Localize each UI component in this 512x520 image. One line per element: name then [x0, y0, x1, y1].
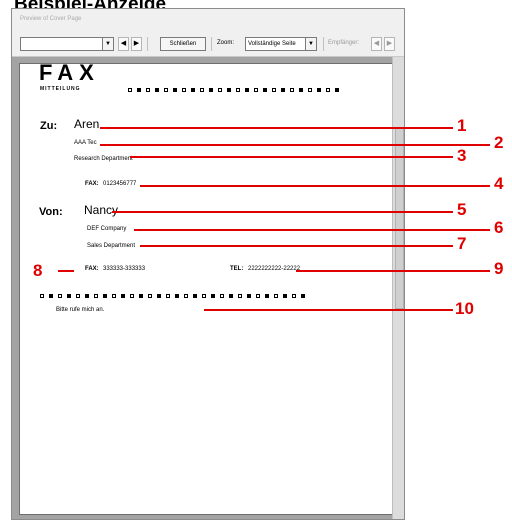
to-fax-number: 0123456777 [103, 181, 137, 187]
callout-line-7 [140, 245, 453, 247]
chevron-down-icon: ▼ [102, 38, 113, 50]
to-department: Research Department [74, 156, 133, 162]
toolbar-separator [323, 37, 324, 51]
to-fax-label: FAX: [85, 181, 99, 187]
from-fax-label: FAX: [85, 266, 99, 272]
decorative-dots-bottom [40, 294, 305, 298]
from-company: DEF Company [87, 226, 127, 232]
decorative-dots-top [128, 88, 339, 92]
zoom-select-value: Vollständige Seite [248, 41, 296, 47]
callout-number-8: 8 [33, 261, 43, 280]
callout-line-9 [296, 270, 490, 272]
callout-line-1 [100, 127, 453, 129]
fax-subtitle: MITTEILUNG [40, 86, 81, 92]
callout-line-3 [130, 156, 453, 158]
callout-line-5 [112, 211, 453, 213]
message-text: Bitte rufe mich an. [56, 307, 105, 313]
callout-line-2 [100, 144, 490, 146]
callout-number-9: 9 [494, 259, 504, 278]
from-tel-number: 2222222222-22222 [248, 266, 301, 272]
from-department: Sales Department [87, 243, 136, 249]
previous-recipient-button[interactable]: ◀ [371, 37, 382, 51]
arrow-left-icon: ◀ [373, 40, 380, 47]
fax-title: FAX [39, 60, 100, 85]
callout-number-5: 5 [457, 200, 467, 219]
zoom-label: Zoom: [217, 40, 235, 46]
next-recipient-button[interactable]: ▶ [384, 37, 395, 51]
from-name: Nancy [84, 203, 119, 217]
callout-number-4: 4 [494, 174, 504, 193]
scrollbar-thumb[interactable] [395, 127, 404, 309]
close-button[interactable]: Schließen [160, 37, 206, 51]
toolbar-separator [147, 37, 148, 51]
toolbar: ▼ ◀ ▶ Schließen Zoom: Vollständige Seite… [12, 31, 404, 57]
callout-number-2: 2 [494, 133, 504, 152]
to-label: Zu: [40, 120, 58, 132]
callout-line-8 [58, 270, 74, 272]
to-name: Aren [74, 117, 100, 131]
callout-line-10 [204, 309, 453, 311]
recipient-label: Empfänger: [328, 40, 360, 46]
callout-line-6 [134, 229, 490, 231]
arrow-right-icon: ▶ [133, 40, 140, 47]
zoom-select[interactable]: Vollständige Seite ▼ [245, 37, 317, 51]
arrow-right-icon: ▶ [386, 40, 393, 47]
from-label: Von: [39, 206, 63, 218]
callout-number-10: 10 [455, 299, 474, 318]
previous-page-button[interactable]: ◀ [118, 37, 129, 51]
callout-number-1: 1 [457, 116, 467, 135]
window-title: Preview of Cover Page [12, 9, 404, 29]
page-select[interactable]: ▼ [20, 37, 114, 51]
from-fax-number: 333333-333333 [103, 266, 146, 272]
next-page-button[interactable]: ▶ [131, 37, 142, 51]
toolbar-separator [211, 37, 212, 51]
chevron-down-icon: ▼ [305, 38, 316, 50]
callout-number-6: 6 [494, 218, 504, 237]
callout-number-3: 3 [457, 146, 467, 165]
callout-number-7: 7 [457, 234, 467, 253]
from-tel-label: TEL: [230, 266, 244, 272]
callout-line-4 [140, 185, 490, 187]
to-company: AAA Tec [74, 140, 97, 146]
arrow-left-icon: ◀ [120, 40, 127, 47]
